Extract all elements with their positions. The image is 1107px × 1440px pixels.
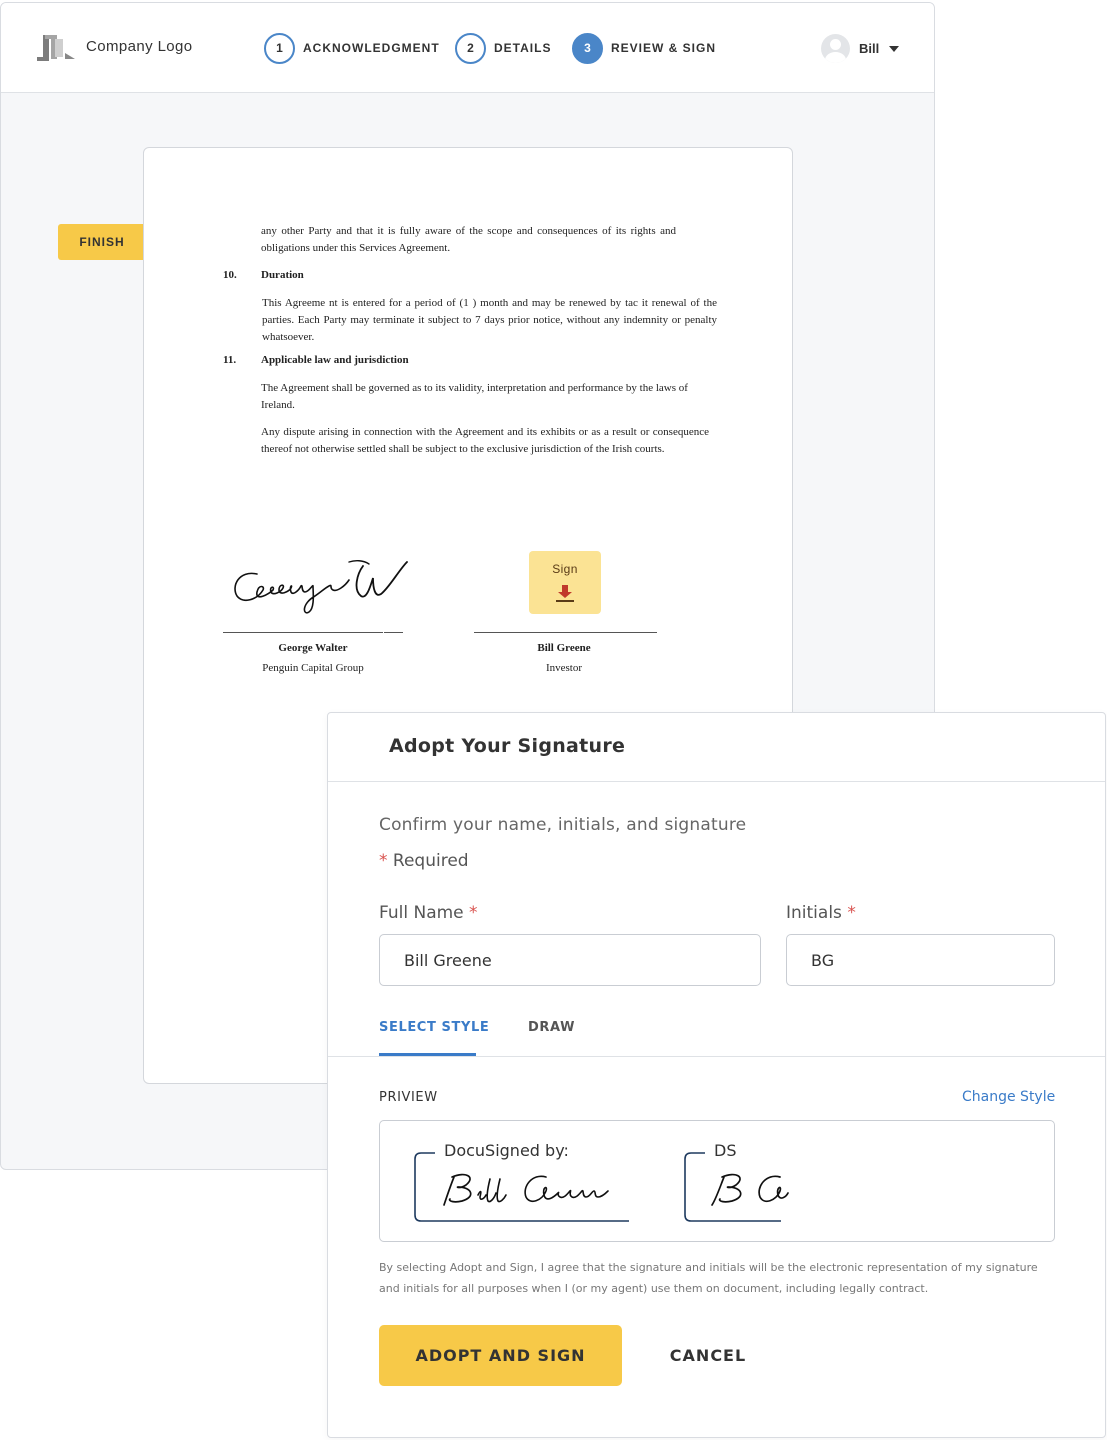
adopt-signature-modal: Adopt Your Signature Confirm your name, … <box>327 712 1106 1438</box>
section-paragraph: Any dispute arising in connection with t… <box>261 426 709 455</box>
george-walter-signature <box>234 559 408 614</box>
step-acknowledgment[interactable]: 1 ACKNOWLEDGMENT <box>264 32 440 64</box>
preview-label: PRIVIEW <box>379 1090 438 1105</box>
signature-line <box>474 632 657 633</box>
download-arrow-icon <box>556 585 574 602</box>
bg-initials-signature <box>711 1173 789 1206</box>
user-avatar-icon <box>821 34 850 63</box>
modal-title: Adopt Your Signature <box>389 735 626 757</box>
user-name: Bill <box>859 41 880 56</box>
full-name-input[interactable] <box>379 934 761 986</box>
required-asterisk: * <box>847 903 856 923</box>
full-name-label: Full Name * <box>379 903 478 923</box>
required-text: Required <box>392 851 469 871</box>
divider <box>328 1056 1105 1057</box>
initials-label-text: Initials <box>786 903 842 923</box>
signature-line <box>384 632 403 633</box>
step-label: REVIEW & SIGN <box>611 41 717 55</box>
step-label: DETAILS <box>494 41 552 55</box>
signer-organization: Investor <box>545 662 583 674</box>
section-paragraph: This Agreeme nt is entered for a period … <box>262 297 717 343</box>
modal-subtitle: Confirm your name, initials, and signatu… <box>379 815 747 835</box>
signer-organization: Penguin Capital Group <box>262 662 364 674</box>
document-intro-paragraph: any other Party and that it is fully awa… <box>261 225 676 254</box>
top-navigation-bar: Company Logo 1 ACKNOWLEDGMENT 2 DETAILS … <box>1 3 934 93</box>
change-style-link[interactable]: Change Style <box>962 1089 1055 1105</box>
required-asterisk: * <box>469 903 478 923</box>
bill-greene-signature <box>443 1173 609 1206</box>
step-label: ACKNOWLEDGMENT <box>303 41 440 55</box>
step-details[interactable]: 2 DETAILS <box>455 32 551 64</box>
signer-name: George Walter <box>278 642 348 654</box>
divider <box>328 781 1105 782</box>
section-heading: Duration <box>261 269 304 281</box>
initials-label: Initials * <box>786 903 856 923</box>
company-logo-icon <box>37 35 75 61</box>
adopt-and-sign-button[interactable]: ADOPT AND SIGN <box>379 1325 622 1386</box>
sign-tag-label: Sign <box>552 562 578 576</box>
step-review-and-sign[interactable]: 3 REVIEW & SIGN <box>572 32 716 64</box>
signer-name: Bill Greene <box>537 642 591 654</box>
tab-draw[interactable]: DRAW <box>528 1020 575 1035</box>
signature-preview-box: DocuSigned by: DS <box>379 1120 1055 1242</box>
initials-input[interactable] <box>786 934 1055 986</box>
section-paragraph: The Agreement shall be governed as to it… <box>261 382 688 411</box>
section-heading: Applicable law and jurisdiction <box>261 354 409 366</box>
required-asterisk: * <box>379 851 388 871</box>
step-number: 3 <box>572 32 603 64</box>
finish-button[interactable]: FINISH <box>58 224 146 260</box>
tab-select-style[interactable]: SELECT STYLE <box>379 1020 489 1035</box>
caret-down-icon <box>889 45 900 52</box>
section-number: 10. <box>223 269 237 281</box>
required-note: * Required <box>379 851 469 871</box>
full-name-label-text: Full Name <box>379 903 464 923</box>
sign-here-tag[interactable]: Sign <box>529 551 601 614</box>
legal-disclaimer: By selecting Adopt and Sign, I agree tha… <box>379 1261 1038 1295</box>
docusigned-by-label: DocuSigned by: <box>441 1141 572 1160</box>
section-number: 11. <box>223 354 237 366</box>
user-menu[interactable]: Bill <box>821 34 900 63</box>
cancel-button[interactable]: CANCEL <box>658 1325 758 1386</box>
signature-line <box>223 632 383 633</box>
ds-label: DS <box>711 1141 740 1160</box>
step-number: 1 <box>264 32 295 64</box>
company-logo-text: Company Logo <box>86 38 193 55</box>
step-number: 2 <box>455 32 486 64</box>
